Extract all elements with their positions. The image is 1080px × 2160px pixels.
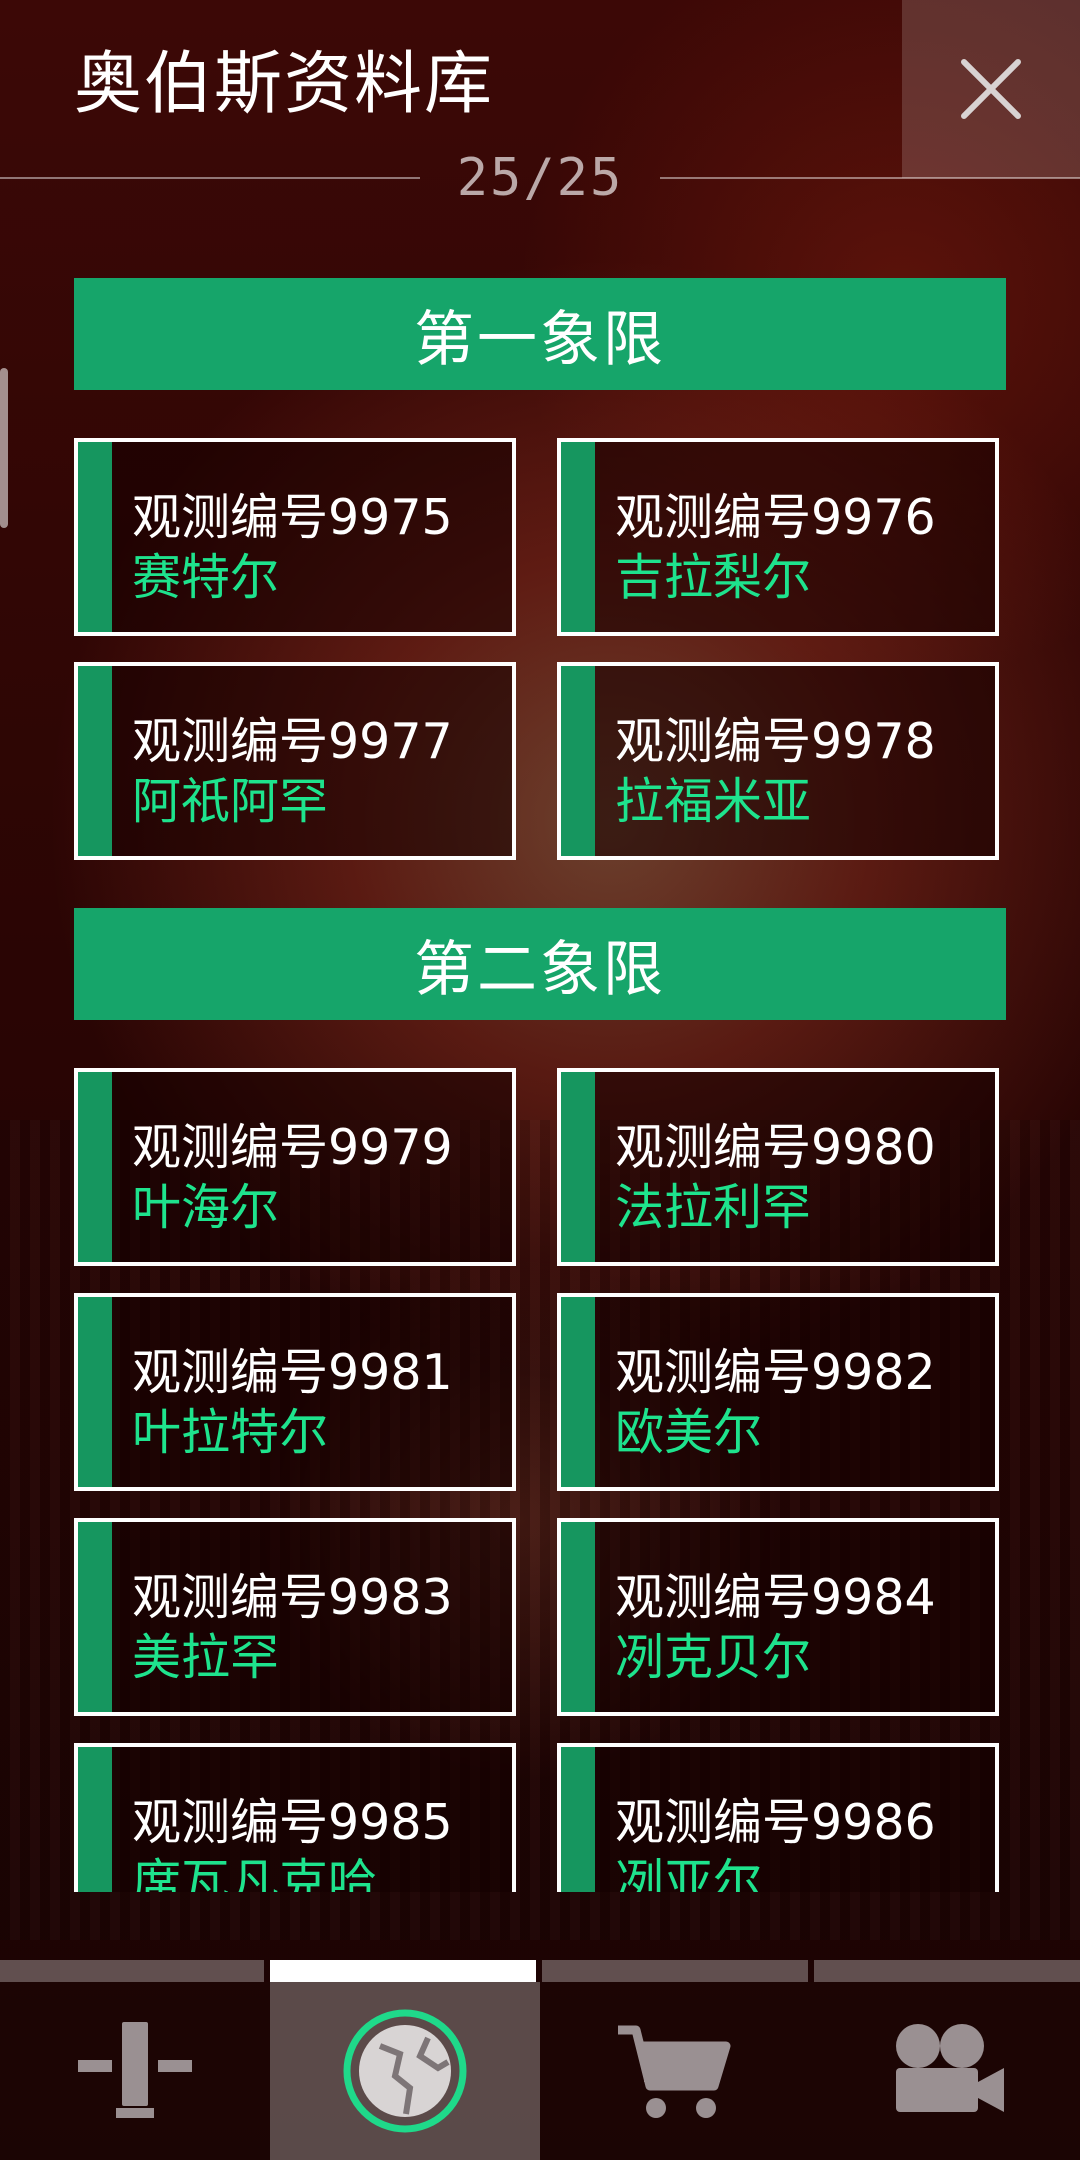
card-accent [78,1297,112,1487]
entry-name: 席瓦凡克哈 [132,1854,378,1892]
archive-card[interactable]: 观测编号9981 叶拉特尔 [74,1293,516,1491]
video-camera-icon [896,2024,1004,2112]
entry-name: 冽亚尔 [615,1854,763,1892]
entry-name: 赛特尔 [132,549,280,606]
nav-tab-video[interactable] [810,1982,1080,2160]
progress-counter: 25/25 [456,148,624,208]
nav-indicator [0,1960,264,1982]
nav-indicator [542,1960,808,1982]
entry-name: 吉拉梨尔 [615,549,812,606]
bottom-nav [0,1982,1080,2160]
card-accent [78,666,112,856]
archive-card[interactable]: 观测编号9986 冽亚尔 [557,1743,999,1892]
card-accent [78,1747,112,1892]
entry-name: 法拉利罕 [615,1179,812,1236]
card-accent [561,1747,595,1892]
nav-tab-tower[interactable] [0,1982,270,2160]
tower-icon [78,2022,192,2118]
card-accent [561,1522,595,1712]
card-accent [561,442,595,632]
nav-indicator-active [270,1960,536,1982]
card-accent [78,1522,112,1712]
entry-name: 拉福米亚 [615,773,812,830]
archive-card[interactable]: 观测编号9978 拉福米亚 [557,662,999,860]
entry-name: 欧美尔 [615,1404,763,1461]
archive-card[interactable]: 观测编号9979 叶海尔 [74,1068,516,1266]
archive-card[interactable]: 观测编号9976 吉拉梨尔 [557,438,999,636]
cart-icon [618,2025,731,2118]
card-accent [78,1072,112,1262]
archive-card[interactable]: 观测编号9980 法拉利罕 [557,1068,999,1266]
archive-card[interactable]: 观测编号9983 美拉罕 [74,1518,516,1716]
planet-icon [343,2009,467,2133]
archive-card[interactable]: 观测编号9977 阿祇阿罕 [74,662,516,860]
page-title: 奥伯斯资料库 [74,45,495,124]
archive-list[interactable]: 第一象限 观测编号9975 赛特尔 观测编号9976 吉拉梨尔 观测编号9977… [0,278,1080,1892]
section-header-quadrant-2: 第二象限 [74,908,1006,1020]
entry-name: 冽克贝尔 [615,1629,812,1686]
archive-card[interactable]: 观测编号9985 席瓦凡克哈 [74,1743,516,1892]
nav-indicator [814,1960,1080,1982]
card-accent [561,666,595,856]
archive-card[interactable]: 观测编号9982 欧美尔 [557,1293,999,1491]
archive-card[interactable]: 观测编号9975 赛特尔 [74,438,516,636]
scrollbar[interactable] [0,368,8,528]
archive-card[interactable]: 观测编号9984 冽克贝尔 [557,1518,999,1716]
card-accent [78,442,112,632]
nav-tab-shop[interactable] [540,1982,810,2160]
entry-name: 阿祇阿罕 [132,773,329,830]
section-header-quadrant-1: 第一象限 [74,278,1006,390]
entry-name: 叶拉特尔 [132,1404,329,1461]
card-accent [561,1072,595,1262]
nav-tab-planet[interactable] [270,1982,540,2160]
entry-name: 美拉罕 [132,1629,280,1686]
close-icon [961,59,1021,119]
entry-name: 叶海尔 [132,1179,280,1236]
card-accent [561,1297,595,1487]
